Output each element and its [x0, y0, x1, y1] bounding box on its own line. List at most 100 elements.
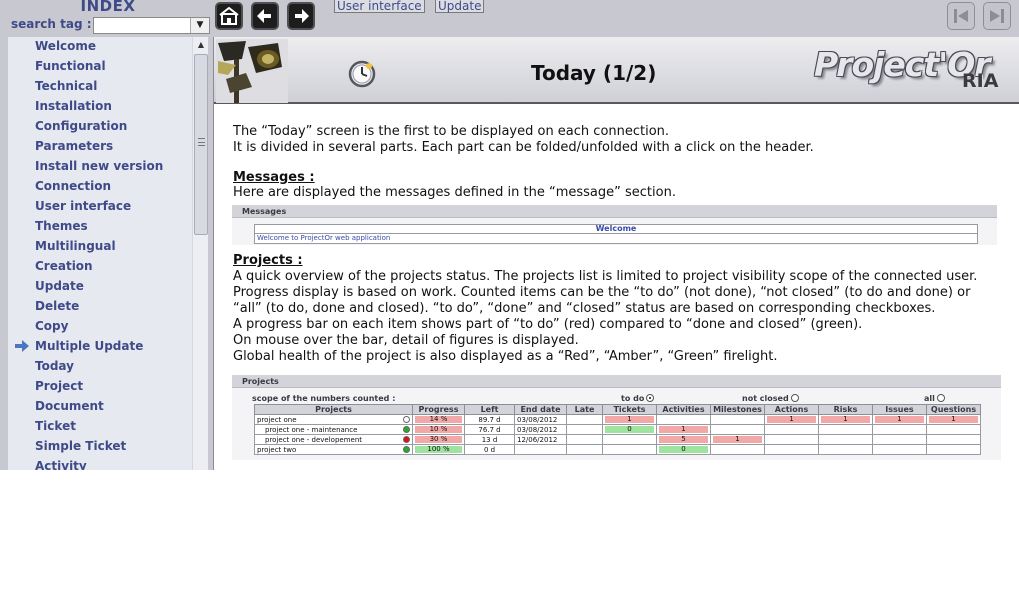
progress-bar[interactable]: 10 %: [415, 426, 462, 433]
projects-table-body: project one 14 % 89.7 d 03/08/2012 1 1 1 1 1 proj…: [254, 414, 981, 455]
sidebar-item[interactable]: Themes: [8, 217, 192, 237]
sidebar-item-label: Update: [35, 279, 84, 293]
forward-button[interactable]: [287, 2, 315, 30]
health-light-icon: [403, 416, 410, 423]
column-header: Left: [464, 404, 515, 415]
sidebar-item[interactable]: Installation: [8, 97, 192, 117]
sidebar-item[interactable]: Document: [8, 397, 192, 417]
index-scrollbar[interactable]: ▲: [192, 37, 208, 470]
sidebar-item-label: Installation: [35, 99, 112, 113]
projects-table: Projects Progress Left End date Late Tickets A…: [254, 404, 981, 455]
breadcrumb-user-interface[interactable]: User interface: [334, 0, 425, 13]
sidebar-item[interactable]: Parameters: [8, 137, 192, 157]
progress-bar[interactable]: 14 %: [415, 416, 462, 423]
sidebar-item[interactable]: Ticket: [8, 417, 192, 437]
messages-shot-header: Messages: [232, 205, 997, 218]
scope-option-label: all: [924, 394, 935, 403]
scrollbar-thumb[interactable]: [194, 54, 208, 235]
cell-questions: [926, 434, 981, 445]
sidebar-item-label: Delete: [35, 299, 80, 313]
sidebar-item[interactable]: Install new version: [8, 157, 192, 177]
scope-option-label: not closed: [742, 394, 789, 403]
column-header: Risks: [818, 404, 873, 415]
cell-tickets: [602, 434, 657, 445]
messages-shot-column: Welcome: [254, 224, 978, 234]
search-tag-combo[interactable]: ▼: [93, 17, 210, 34]
sidebar-item[interactable]: Multilingual: [8, 237, 192, 257]
sidebar-item[interactable]: Copy: [8, 317, 192, 337]
project-name: project two: [257, 445, 297, 454]
sidebar-item[interactable]: Delete: [8, 297, 192, 317]
cell-actions: [764, 434, 819, 445]
health-light-icon: [403, 436, 410, 443]
scope-option-label: to do: [621, 394, 645, 403]
sidebar-item-label: Today: [35, 359, 74, 373]
sidebar-item-label: Project: [35, 379, 84, 393]
cell-risks: [818, 424, 873, 435]
back-button[interactable]: [251, 2, 279, 30]
cell-risks: [818, 434, 873, 445]
sidebar-item-label: Simple Ticket: [35, 439, 127, 453]
chevron-down-icon[interactable]: ▼: [190, 18, 209, 33]
progress-bar[interactable]: 100 %: [415, 446, 462, 453]
cell-left: 13 d: [464, 434, 515, 445]
cell-value: 0 d: [483, 445, 496, 454]
current-item-arrow-icon: [15, 340, 29, 352]
sidebar-item[interactable]: Creation: [8, 257, 192, 277]
cell-milestones: [710, 414, 765, 425]
column-header: Tickets: [602, 404, 657, 415]
sidebar-item[interactable]: Connection: [8, 177, 192, 197]
breadcrumb-update[interactable]: Update: [435, 0, 485, 13]
sidebar-item-label: Multiple Update: [35, 339, 144, 353]
index-nav-list: Welcome Functional Technical Installation Co…: [8, 37, 192, 470]
sidebar-item[interactable]: Configuration: [8, 117, 192, 137]
project-name: project one: [257, 415, 297, 424]
forward-arrow-icon: [295, 9, 309, 23]
cell-late: [566, 414, 603, 425]
last-page-button[interactable]: [983, 2, 1011, 30]
intro-line-1: The “Today” screen is the first to be di…: [233, 124, 670, 139]
table-row[interactable]: project one - maintenance 10 % 76.7 d 03/08…: [254, 424, 981, 435]
column-header: End date: [514, 404, 567, 415]
radio-icon: [936, 394, 945, 402]
projects-heading: Projects :: [233, 253, 303, 268]
cell-actions: [764, 444, 819, 455]
cell-value: 03/08/2012: [517, 415, 558, 424]
project-name: project one - maintenance: [265, 425, 358, 434]
progress-bar[interactable]: 30 %: [415, 436, 462, 443]
radio-icon: [790, 394, 799, 402]
home-button[interactable]: [215, 2, 243, 30]
sidebar-item-label: Connection: [35, 179, 112, 193]
sidebar-item[interactable]: Welcome: [8, 37, 192, 57]
count-badge: 1: [605, 416, 654, 423]
table-row[interactable]: project one - developement 30 % 13 d 12/06/…: [254, 434, 981, 445]
sidebar-item[interactable]: Update: [8, 277, 192, 297]
sidebar-item[interactable]: Technical: [8, 77, 192, 97]
search-tag-input[interactable]: [94, 18, 190, 33]
sidebar-item[interactable]: Multiple Update: [8, 337, 192, 357]
sidebar-item[interactable]: User interface: [8, 197, 192, 217]
intro-line-2: It is divided in several parts. Each par…: [233, 140, 814, 155]
sidebar-item-label: Ticket: [35, 419, 76, 433]
sidebar-item[interactable]: Functional: [8, 57, 192, 77]
table-row[interactable]: project one 14 % 89.7 d 03/08/2012 1 1 1 1 1: [254, 414, 981, 425]
clock-icon: [348, 60, 376, 88]
cell-questions: 1: [926, 414, 981, 425]
messages-screenshot: Messages Welcome Welcome to ProjectOr we…: [232, 205, 997, 245]
cell-tickets: 0: [602, 424, 657, 435]
messages-shot-row: Welcome to ProjectOr web application: [254, 234, 978, 244]
sidebar-item-label: Activity: [35, 459, 87, 470]
table-row[interactable]: project two 100 % 0 d 0: [254, 444, 981, 455]
sidebar-item[interactable]: Simple Ticket: [8, 437, 192, 457]
scroll-up-arrow-icon[interactable]: ▲: [193, 37, 209, 53]
sidebar-item[interactable]: Activity: [8, 457, 192, 470]
first-page-button[interactable]: [947, 2, 975, 30]
sidebar-item[interactable]: Today: [8, 357, 192, 377]
scope-label: scope of the numbers counted :: [252, 394, 396, 403]
sidebar-item[interactable]: Project: [8, 377, 192, 397]
cell-left: 76.7 d: [464, 424, 515, 435]
cell-milestones: [710, 444, 765, 455]
cell-progress: 30 %: [412, 434, 465, 445]
cell-value: 12/06/2012: [517, 435, 558, 444]
scroll-grip-icon: [198, 138, 205, 146]
